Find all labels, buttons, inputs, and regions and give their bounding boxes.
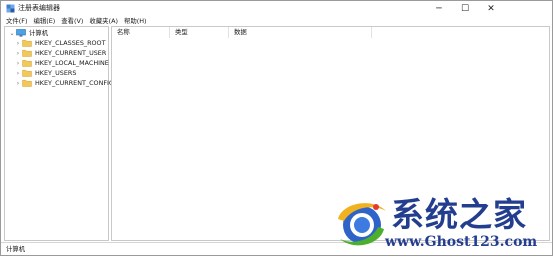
minimize-button[interactable]: ─ xyxy=(426,1,452,16)
menu-edit[interactable]: 编辑(E) xyxy=(33,17,55,26)
chevron-right-icon[interactable]: › xyxy=(14,69,22,77)
folder-icon xyxy=(22,59,32,67)
registry-editor-icon xyxy=(6,4,15,13)
tree-label-hkey-current-user: HKEY_CURRENT_USER xyxy=(35,48,107,57)
tree-label-computer: 计算机 xyxy=(29,28,49,37)
close-icon: ✕ xyxy=(487,3,495,14)
maximize-icon: ☐ xyxy=(460,3,470,14)
tree-item-hkey-users[interactable]: › HKEY_USERS xyxy=(14,68,76,78)
registry-editor-window: 注册表编辑器 ─ ☐ ✕ 文件(F) 编辑(E) 查看(V) 收藏夹(A) 帮助… xyxy=(0,0,553,256)
menu-favorites[interactable]: 收藏夹(A) xyxy=(89,17,118,26)
folder-icon xyxy=(22,49,32,57)
close-button[interactable]: ✕ xyxy=(478,1,504,16)
menu-file[interactable]: 文件(F) xyxy=(6,17,27,26)
tree-item-hkey-current-config[interactable]: › HKEY_CURRENT_CONFIG xyxy=(14,78,114,88)
window-title: 注册表编辑器 xyxy=(18,4,60,12)
maximize-button[interactable]: ☐ xyxy=(452,1,478,16)
watermark-url: www.Ghost123.com xyxy=(385,234,538,250)
watermark-logo-icon xyxy=(338,203,386,246)
tree-label-hkey-current-config: HKEY_CURRENT_CONFIG xyxy=(35,78,114,87)
column-header-type[interactable]: 类型 xyxy=(170,27,229,38)
tree-label-hkey-local-machine: HKEY_LOCAL_MACHINE xyxy=(35,58,109,67)
menu-bar: 文件(F) 编辑(E) 查看(V) 收藏夹(A) 帮助(H) xyxy=(1,16,552,26)
title-bar: 注册表编辑器 ─ ☐ ✕ xyxy=(1,1,552,16)
chevron-right-icon[interactable]: › xyxy=(14,59,22,67)
chevron-right-icon[interactable]: › xyxy=(14,79,22,87)
menu-view[interactable]: 查看(V) xyxy=(61,17,83,26)
chevron-right-icon[interactable]: › xyxy=(14,39,22,47)
tree-label-hkey-users: HKEY_USERS xyxy=(35,68,77,77)
key-tree-pane[interactable]: ⌄ 计算机 › HKEY_CLASSES_ROOT › HKEY_CURRENT… xyxy=(4,26,114,241)
tree-item-hkey-local-machine[interactable]: › HKEY_LOCAL_MACHINE xyxy=(14,58,109,68)
tree-label-hkey-classes-root: HKEY_CLASSES_ROOT xyxy=(35,38,106,47)
computer-icon xyxy=(16,29,26,37)
folder-icon xyxy=(22,69,32,77)
tree-item-hkey-classes-root[interactable]: › HKEY_CLASSES_ROOT xyxy=(14,38,105,48)
chevron-down-icon[interactable]: ⌄ xyxy=(8,29,16,37)
folder-icon xyxy=(22,79,32,87)
tree-item-computer[interactable]: ⌄ 计算机 xyxy=(8,28,49,38)
column-header-name[interactable]: 名称 xyxy=(112,27,170,38)
menu-help[interactable]: 帮助(H) xyxy=(124,17,147,26)
tree-item-hkey-current-user[interactable]: › HKEY_CURRENT_USER xyxy=(14,48,106,58)
minimize-icon: ─ xyxy=(436,3,442,14)
column-header-data[interactable]: 数据 xyxy=(229,27,372,38)
status-path: 计算机 xyxy=(6,245,26,253)
chevron-right-icon[interactable]: › xyxy=(14,49,22,57)
folder-icon xyxy=(22,39,32,47)
watermark-title: 系统之家 xyxy=(391,195,527,234)
